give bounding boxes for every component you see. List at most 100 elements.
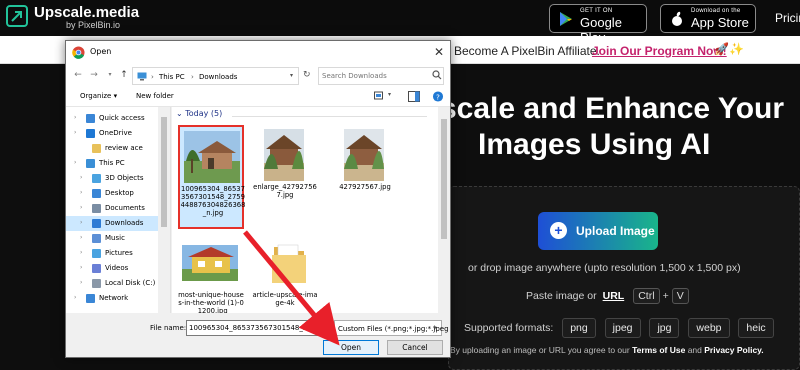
breadcrumb-separator: › xyxy=(191,73,194,81)
terms-of-use-link[interactable]: Terms of Use xyxy=(632,345,685,355)
file-list: ⌄ Today (5) 100965304_865373567301548_27… xyxy=(172,107,450,313)
breadcrumb-downloads[interactable]: Downloads xyxy=(199,73,237,81)
forward-arrow-icon[interactable]: → xyxy=(88,69,100,81)
chevron-right-icon[interactable]: › xyxy=(80,204,82,211)
affiliate-join-link[interactable]: Join Our Program Now! xyxy=(592,44,727,58)
new-folder-button[interactable]: New folder xyxy=(136,92,174,100)
refresh-icon[interactable]: ↻ xyxy=(303,70,311,80)
app-store-button[interactable]: Download on the App Store xyxy=(660,4,756,33)
file-name-input[interactable] xyxy=(186,320,332,336)
view-options-icon[interactable] xyxy=(374,91,386,102)
chevron-right-icon[interactable]: › xyxy=(74,114,76,121)
chevron-right-icon[interactable]: › xyxy=(80,279,82,286)
paste-url-link[interactable]: URL xyxy=(603,290,625,302)
dialog-titlebar[interactable]: Open ✕ xyxy=(66,41,450,65)
sidebar-item-local-disk-c[interactable]: › Local Disk (C:) xyxy=(66,276,158,291)
preview-pane-icon[interactable] xyxy=(408,91,420,102)
address-bar[interactable]: › This PC › Downloads ▾ xyxy=(132,67,299,85)
affiliate-text: Become A PixelBin Affiliate. xyxy=(454,44,600,58)
breadcrumb-this-pc[interactable]: This PC xyxy=(159,73,185,81)
sidebar-item-3d-objects[interactable]: › 3D Objects xyxy=(66,171,158,186)
search-downloads-field[interactable] xyxy=(318,67,444,85)
sidebar-item-desktop[interactable]: › Desktop xyxy=(66,186,158,201)
open-button[interactable]: Open xyxy=(323,340,379,355)
privacy-policy-link[interactable]: Privacy Policy. xyxy=(704,345,763,355)
sidebar-item-label: Pictures xyxy=(105,249,133,257)
organize-menu[interactable]: Organize ▾ xyxy=(80,92,117,100)
file-thumbnail xyxy=(344,129,384,181)
terms-and: and xyxy=(687,345,702,355)
sidebar-item-label: Documents xyxy=(105,204,145,212)
file-list-scrollbar[interactable] xyxy=(438,107,450,313)
file-item[interactable]: most-unique-houses-in-the-world (1)-0_12… xyxy=(178,233,244,313)
file-item-selected[interactable]: 100965304_865373567301548_27594488763048… xyxy=(178,125,245,229)
sidebar-item-documents[interactable]: › Documents xyxy=(66,201,158,216)
site-logo-title[interactable]: Upscale.media xyxy=(34,4,139,21)
sidebar-item-label: Videos xyxy=(105,264,129,272)
sidebar-item-pictures[interactable]: › Pictures xyxy=(66,246,158,261)
file-name-label: File name: xyxy=(150,324,187,332)
sidebar-item-this-pc[interactable]: › This PC xyxy=(66,156,158,171)
scrollbar-thumb[interactable] xyxy=(161,117,167,227)
sidebar-item-videos[interactable]: › Videos xyxy=(66,261,158,276)
cancel-button[interactable]: Cancel xyxy=(387,340,443,355)
documents-icon xyxy=(92,204,101,213)
star-icon xyxy=(86,114,95,123)
chevron-right-icon[interactable]: › xyxy=(80,249,82,256)
scrollbar-thumb[interactable] xyxy=(441,119,447,239)
navigation-pane: › Quick access › OneDrive review ace › This PC… xyxy=(66,107,171,313)
folder-item[interactable]: article-upscale-image-4k xyxy=(252,233,318,313)
file-item[interactable]: 427927567.jpg xyxy=(332,125,398,229)
chevron-right-icon[interactable]: › xyxy=(80,189,82,196)
file-name: enlarge_427927567.jpg xyxy=(253,183,317,199)
download-icon xyxy=(92,219,101,228)
format-badge: jpg xyxy=(649,318,680,338)
sidebar-item-label: review ace xyxy=(105,144,143,152)
chevron-right-icon[interactable]: › xyxy=(74,159,76,166)
site-logo-subtitle: by PixelBin.io xyxy=(66,20,121,30)
sidebar-item-label: Music xyxy=(105,234,125,242)
file-thumbnail xyxy=(182,245,238,281)
close-icon[interactable]: ✕ xyxy=(432,45,446,59)
nav-pricing-link[interactable]: Pricin xyxy=(775,11,800,25)
hero-title-line1: scale and Enhance Your xyxy=(440,92,785,125)
file-type-select[interactable]: Custom Files (*.png;*.jpg;*.jpeg ▾ xyxy=(334,320,449,336)
chevron-right-icon[interactable]: › xyxy=(74,294,76,301)
back-arrow-icon[interactable]: ← xyxy=(72,69,84,81)
open-file-dialog: Open ✕ ← → ▾ ↑ › This PC › Downloads ▾ ↻… xyxy=(65,40,451,358)
sidebar-item-network[interactable]: › Network xyxy=(66,291,158,306)
search-input[interactable] xyxy=(322,70,430,82)
up-arrow-icon[interactable]: ↑ xyxy=(118,69,130,81)
format-badge: heic xyxy=(738,318,774,338)
help-icon[interactable]: ? xyxy=(432,91,444,102)
group-divider xyxy=(232,116,427,117)
upscale-logo-icon[interactable] xyxy=(6,5,28,27)
sidebar-item-label: OneDrive xyxy=(99,129,132,137)
paste-prefix-text: Paste image or xyxy=(526,290,597,302)
upload-image-button[interactable]: + Upload Image xyxy=(538,212,658,250)
file-item[interactable]: enlarge_427927567.jpg xyxy=(252,125,318,229)
sidebar-item-quick-access[interactable]: › Quick access xyxy=(66,111,158,126)
chevron-right-icon[interactable]: › xyxy=(80,219,82,226)
chevron-down-icon: ▾ xyxy=(433,324,437,332)
sidebar-item-onedrive[interactable]: › OneDrive xyxy=(66,126,158,141)
sidebar-item-label: Local Disk (C:) xyxy=(105,279,156,287)
file-thumbnail xyxy=(184,131,240,183)
chevron-right-icon[interactable]: › xyxy=(80,234,82,241)
dialog-nav-row: ← → ▾ ↑ › This PC › Downloads ▾ ↻ xyxy=(66,65,450,87)
file-name: 427927567.jpg xyxy=(339,183,391,191)
dialog-footer: File name: Custom Files (*.png;*.jpg;*.j… xyxy=(66,313,450,357)
view-dropdown-icon[interactable]: ▾ xyxy=(388,91,391,98)
group-header-label: Today (5) xyxy=(185,109,223,118)
chevron-right-icon[interactable]: › xyxy=(80,174,82,181)
navigation-pane-scrollbar[interactable] xyxy=(158,107,170,313)
sidebar-item-music[interactable]: › Music xyxy=(66,231,158,246)
chevron-right-icon[interactable]: › xyxy=(74,129,76,136)
group-header-today[interactable]: ⌄ Today (5) xyxy=(176,109,222,118)
sidebar-item-downloads[interactable]: › Downloads xyxy=(66,216,158,231)
sidebar-item-review-ace[interactable]: review ace xyxy=(66,141,158,156)
chevron-right-icon[interactable]: › xyxy=(80,264,82,271)
google-play-button[interactable]: GET IT ON Google Play xyxy=(549,4,647,45)
chevron-down-icon[interactable]: ▾ xyxy=(104,69,116,81)
address-dropdown-icon[interactable]: ▾ xyxy=(290,72,293,79)
